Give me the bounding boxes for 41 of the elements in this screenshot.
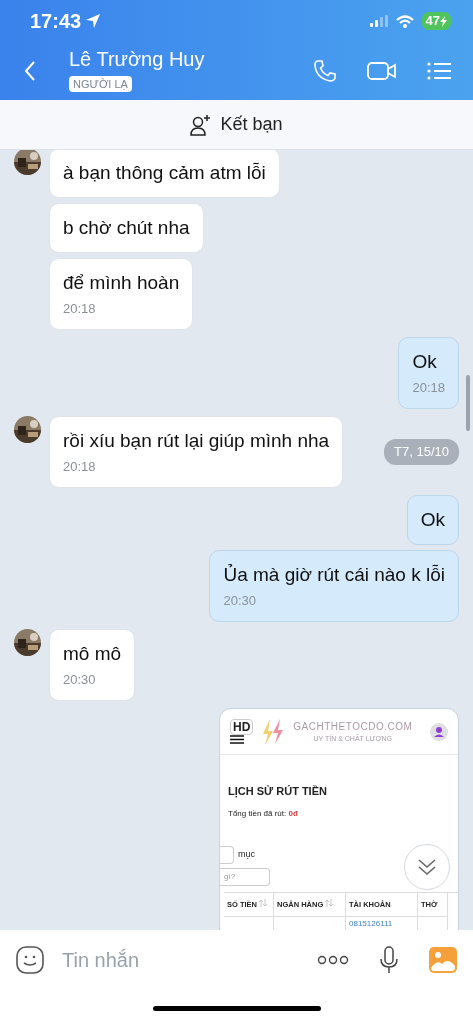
emoji-icon[interactable] bbox=[16, 946, 44, 974]
site-name: GACHTHETOCDO.COM bbox=[293, 719, 413, 734]
page-title: LỊCH SỬ RÚT TIỀN bbox=[228, 784, 328, 800]
message-bubble: Ok 20:18 bbox=[398, 337, 459, 409]
video-icon[interactable] bbox=[367, 60, 397, 82]
menu-icon[interactable] bbox=[427, 61, 451, 81]
scrollbar[interactable] bbox=[466, 375, 470, 431]
message-bubble: b chờ chút nha bbox=[49, 203, 204, 253]
hd-badge: HD bbox=[230, 719, 254, 735]
user-icon bbox=[430, 722, 448, 741]
person-add-icon bbox=[190, 113, 213, 136]
account-number[interactable]: 0815126111 bbox=[346, 916, 418, 930]
microphone-icon[interactable] bbox=[379, 946, 399, 974]
entries-label: mục bbox=[238, 847, 255, 861]
bolt-icon bbox=[440, 15, 447, 27]
chevron-down-icon bbox=[417, 858, 437, 876]
contact-name: Lê Trường Huy bbox=[69, 47, 206, 71]
message-bubble: Ok bbox=[406, 495, 459, 545]
entries-select[interactable] bbox=[220, 845, 234, 864]
menu-icon bbox=[230, 735, 244, 744]
battery-indicator: 47 bbox=[421, 12, 451, 30]
back-icon[interactable] bbox=[24, 60, 36, 82]
status-time: 17:43 bbox=[30, 9, 82, 34]
message-input[interactable]: Tin nhắn bbox=[60, 944, 260, 976]
add-friend-button[interactable]: Kết bạn bbox=[190, 111, 283, 138]
location-icon bbox=[85, 13, 102, 29]
wifi-icon bbox=[395, 14, 414, 28]
message-bubble: rồi xíu bạn rút lại giúp mình nha 20:18 bbox=[49, 416, 344, 488]
message-bubble: để mình hoàn 20:18 bbox=[49, 258, 194, 330]
date-chip: T7, 15/10 bbox=[384, 439, 459, 465]
message-bubble: à bạn thông cảm atm lỗi bbox=[49, 150, 280, 198]
more-icon[interactable] bbox=[317, 955, 349, 965]
stranger-tag: NGƯỜI LẠ bbox=[69, 76, 132, 92]
gallery-icon[interactable] bbox=[429, 947, 457, 973]
phone-icon[interactable] bbox=[313, 59, 337, 83]
signal-icon bbox=[369, 15, 388, 27]
sort-icon bbox=[259, 898, 267, 907]
message-bubble: Ủa mà giờ rút cái nào k lỗi 20:30 bbox=[209, 550, 459, 622]
total-withdrawn: Tổng tiền đã rút: 0đ bbox=[228, 807, 299, 820]
sort-icon bbox=[325, 898, 334, 907]
message-bubble: mô mô 20:30 bbox=[49, 629, 136, 701]
